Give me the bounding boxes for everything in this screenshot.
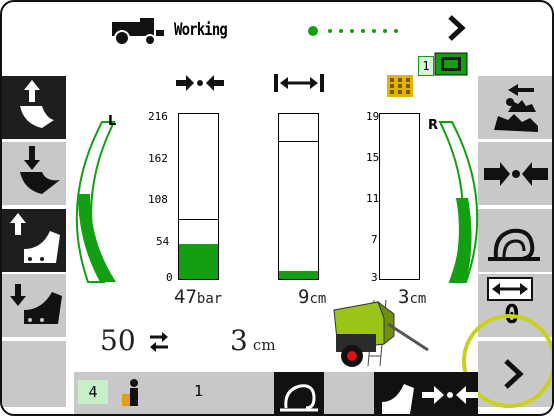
mode-label: Working bbox=[174, 20, 228, 40]
count-value: 50 bbox=[100, 324, 136, 357]
lower-gate-button[interactable] bbox=[2, 274, 66, 337]
pressure-tick-54: 54 bbox=[156, 235, 170, 248]
implement-number: 1 bbox=[418, 56, 434, 76]
pressure-tick-216: 216 bbox=[148, 110, 168, 123]
right-tick-15: 15 bbox=[366, 151, 380, 164]
pressure-unit: bar bbox=[196, 291, 223, 307]
empty-left-button[interactable] bbox=[2, 341, 66, 407]
baler-image bbox=[333, 299, 429, 367]
lower-gate-icon bbox=[10, 284, 62, 324]
width-unit: cm bbox=[309, 291, 327, 307]
width-bar bbox=[278, 113, 319, 280]
pressure-bar bbox=[178, 113, 219, 280]
page-dot bbox=[328, 29, 332, 33]
distance-value: 3 bbox=[230, 324, 248, 357]
net-wrap-icon bbox=[280, 384, 318, 412]
lower-tip-icon bbox=[20, 146, 60, 194]
right-gauge bbox=[438, 121, 479, 283]
pressure-tick-108: 108 bbox=[148, 193, 168, 206]
page-dot bbox=[394, 29, 398, 33]
width-readout: 9cm bbox=[298, 286, 326, 308]
compress-icon bbox=[176, 75, 224, 91]
page-dot bbox=[361, 29, 365, 33]
gate-compress-icon bbox=[382, 384, 478, 414]
net-wrap-icon bbox=[488, 228, 540, 261]
lower-tip-button[interactable] bbox=[2, 142, 66, 205]
pressure-value: 47 bbox=[174, 286, 197, 308]
swap-icon bbox=[150, 332, 168, 352]
raise-tip-button[interactable] bbox=[2, 76, 66, 139]
pressure-bar-fill bbox=[179, 244, 218, 279]
pressure-readout: 47bar bbox=[174, 286, 222, 308]
page-dot bbox=[383, 29, 387, 33]
chip-icon bbox=[434, 52, 468, 76]
distance-unit: cm bbox=[252, 336, 276, 354]
page-dot bbox=[350, 29, 354, 33]
gate-compress-footer-button[interactable] bbox=[374, 372, 478, 414]
page-dot bbox=[372, 29, 376, 33]
chevron-right-icon[interactable] bbox=[444, 14, 468, 42]
width-icon bbox=[274, 74, 324, 92]
tractor-icon bbox=[112, 18, 164, 46]
lift-unload-button[interactable] bbox=[478, 76, 552, 139]
compress-icon bbox=[484, 162, 548, 186]
pressure-bar-marker bbox=[179, 218, 218, 220]
pressure-tick-0: 0 bbox=[166, 271, 173, 284]
lift-unload-icon bbox=[494, 84, 538, 132]
right-tick-3: 3 bbox=[371, 271, 378, 284]
right-bar bbox=[379, 113, 420, 280]
right-tick-11: 11 bbox=[366, 192, 380, 205]
page-dot-active bbox=[308, 26, 318, 36]
raise-gate-icon bbox=[10, 213, 60, 263]
compress-button[interactable] bbox=[478, 142, 552, 205]
net-wrap-footer-button[interactable] bbox=[274, 372, 324, 414]
right-tick-7: 7 bbox=[371, 233, 378, 246]
width-value: 9 bbox=[298, 286, 310, 308]
page-dot bbox=[339, 29, 343, 33]
status-bar: Working 1 bbox=[2, 2, 552, 76]
left-gauge-label: L bbox=[108, 114, 117, 129]
left-gauge bbox=[75, 121, 116, 283]
right-gauge-label: R bbox=[428, 118, 439, 133]
raise-tip-icon bbox=[20, 80, 54, 128]
footer-bar: 4 1 bbox=[74, 372, 478, 414]
operator-value: 1 bbox=[194, 382, 204, 400]
terminal-screen: Working 1 0 L R 216 162 108 54 0 47bar 9… bbox=[0, 0, 554, 416]
width-bar-fill bbox=[279, 270, 318, 279]
pressure-tick-162: 162 bbox=[148, 152, 168, 165]
distance-readout: 3 cm bbox=[230, 324, 276, 357]
counter-box: 4 bbox=[78, 380, 108, 404]
page-indicator bbox=[308, 26, 408, 36]
right-tick-19: 19 bbox=[366, 110, 380, 123]
raise-gate-button[interactable] bbox=[2, 209, 66, 272]
grid-icon bbox=[387, 75, 413, 97]
width-bar-marker bbox=[279, 141, 318, 143]
net-wrap-button[interactable] bbox=[478, 209, 552, 272]
operator-icon bbox=[122, 379, 138, 406]
